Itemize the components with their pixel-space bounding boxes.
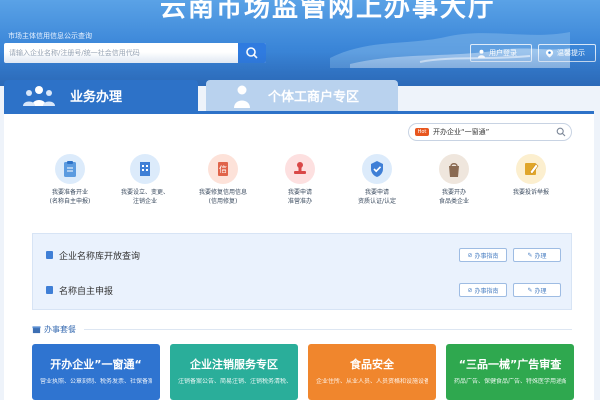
edit-icon: ✎ [527, 251, 533, 259]
package-section-title: 办事套餐 [32, 324, 76, 335]
card-one-window[interactable]: 开办企业”一窗通“ 营业执照、公章刻制、税务发票、社保备案、公积金开户、银行开户… [32, 344, 160, 400]
quick-entry-label: 开办企业“一窗通” [433, 128, 490, 136]
package-icon [32, 326, 41, 334]
document-icon [46, 251, 53, 259]
card-ad-review[interactable]: “三品一械”广告审查 药品广告、保健食品广告、特殊医学用途配方食品广告…… [446, 344, 574, 400]
tab-business-label: 业务办理 [70, 90, 123, 105]
login-button[interactable]: 用户登录 [470, 44, 532, 62]
guide-button[interactable]: ⊘ 办事指南 [459, 248, 507, 262]
person-icon [234, 85, 250, 108]
guide-icon: ⊘ [467, 286, 473, 294]
tips-label: 温馨提示 [557, 49, 585, 57]
service-establish-change[interactable]: 我要设立、变更、 注销企业 [108, 154, 182, 206]
login-label: 用户登录 [489, 49, 517, 57]
credit-info-notice[interactable]: 市场主体信用信息公示查询 [8, 31, 92, 41]
stamp-icon [285, 154, 315, 184]
list-item: 名称自主申报 [45, 283, 113, 297]
user-icon [477, 49, 486, 58]
tips-button[interactable]: 温馨提示 [538, 44, 596, 62]
lake-scenery-image [330, 32, 570, 68]
search-icon [556, 127, 566, 137]
header-banner: 云南市场监管网上办事大厅 市场主体信用信息公示查询 用户登录 温馨提示 [0, 0, 600, 86]
shield-check-icon [362, 154, 392, 184]
svg-text:信: 信 [219, 164, 227, 174]
handle-button[interactable]: ✎ 办理 [513, 248, 561, 262]
search-icon [246, 47, 258, 59]
hot-badge: Hot [415, 128, 429, 136]
tab-business[interactable]: 业务办理 [4, 80, 198, 111]
search-box [4, 43, 266, 63]
site-title: 云南市场监管网上办事大厅 [160, 0, 497, 23]
people-group-icon [23, 86, 55, 106]
complaint-pen-icon [516, 154, 546, 184]
document-icon [46, 286, 53, 294]
search-button[interactable] [238, 43, 266, 63]
quick-entry-search[interactable]: Hot 开办企业“一窗通” [408, 123, 572, 141]
service-qualification[interactable]: 我要申请 资质认证/认定 [340, 154, 414, 206]
list-item: 企业名称库开放查询 [45, 248, 140, 262]
service-complaint[interactable]: 我要投诉举报 [494, 154, 568, 197]
credit-repair-icon: 信 [208, 154, 238, 184]
tab-individual-label: 个体工商户专区 [268, 90, 360, 105]
building-doc-icon [130, 154, 160, 184]
location-pin-icon [545, 48, 554, 58]
service-credit-repair[interactable]: 信 我要修复信用信息 (信用修复) [186, 154, 260, 206]
quick-services-box: 企业名称库开放查询 ⊘ 办事指南 ✎ 办理 名称自主申报 ⊘ 办事指南 ✎ 办理 [32, 233, 572, 310]
service-prepare-opening[interactable]: 我要准备开业 (名称自主申报) [33, 154, 107, 206]
guide-icon: ⊘ [467, 251, 473, 259]
edit-icon: ✎ [527, 286, 533, 294]
divider [84, 329, 572, 330]
handle-button[interactable]: ✎ 办理 [513, 283, 561, 297]
food-bag-icon [439, 154, 469, 184]
tab-individual-business[interactable]: 个体工商户专区 [206, 80, 398, 111]
service-license-approval[interactable]: 我要申请 准营准办 [263, 154, 337, 206]
clipboard-icon [55, 154, 85, 184]
guide-button[interactable]: ⊘ 办事指南 [459, 283, 507, 297]
service-food-business[interactable]: 我要开办 食品类企业 [417, 154, 491, 206]
card-deregistration[interactable]: 企业注销服务专区 注销备案公告、简易注销、注销税务清税、社保注销…… [170, 344, 298, 400]
search-input[interactable] [9, 43, 234, 63]
card-food-safety[interactable]: 食品安全 企业住所、从业人员、人员资格和设施设备、食品经营许可…… [308, 344, 436, 400]
